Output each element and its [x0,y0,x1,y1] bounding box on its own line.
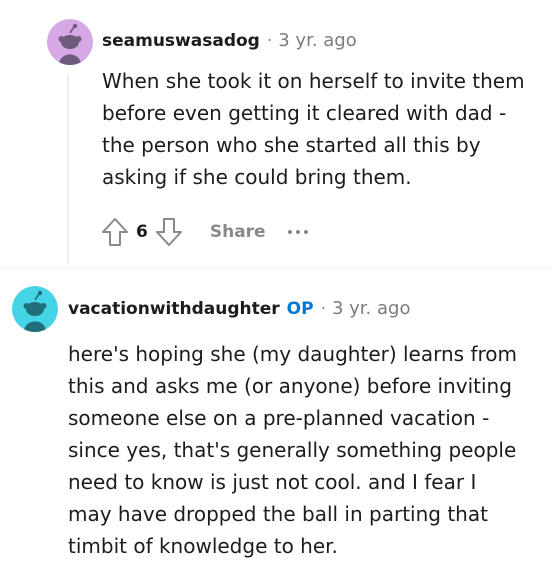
comment-text-line: may have dropped the ball in parting tha… [68,502,488,526]
comment-body: here's hoping she (my daughter) learns f… [68,338,517,562]
username-link[interactable]: vacationwithdaughter [68,298,280,320]
comment-text-line: since yes, that's generally something pe… [68,438,517,462]
comment-text-line: this and asks me (or anyone) before invi… [68,374,512,398]
downvote-arrow-icon[interactable] [154,216,184,248]
comment-text-line: the person who she started all this by [102,133,481,157]
share-button[interactable]: Share [210,222,266,242]
vote-count: 6 [136,222,148,242]
comment-divider [0,268,551,269]
comment-text-line: When she took it on herself to invite th… [102,69,525,93]
upvote-arrow-icon[interactable] [100,216,130,248]
comment-text-line: timbit of knowledge to her. [68,534,338,558]
comment-text-line: before even getting it cleared with dad … [102,101,507,125]
comment-actions: 6 Share [100,214,308,250]
meta-separator: · [320,299,326,319]
timestamp-link[interactable]: 3 yr. ago [278,30,357,52]
avatar[interactable] [12,286,58,332]
thread-collapse-line[interactable] [67,74,69,264]
meta-separator: · [266,31,273,51]
comment-meta: vacationwithdaughter OP · 3 yr. ago [68,298,410,320]
username-link[interactable]: seamuswasadog [102,30,260,52]
comment-text-line: here's hoping she (my daughter) learns f… [68,342,517,366]
ellipsis-icon [287,230,292,234]
comment-text-line: asking if she could bring them. [102,165,412,189]
snoo-avatar-icon [12,286,58,332]
snoo-avatar-icon [47,19,93,65]
comment-text-line: someone else on a pre-planned vacation - [68,406,490,430]
comment-meta: seamuswasadog · 3 yr. ago [102,30,357,52]
comment-text-line: need to know is just not cool. and I fea… [68,470,477,494]
comment-body: When she took it on herself to invite th… [102,65,525,193]
more-options-button[interactable] [287,230,308,234]
avatar[interactable] [47,19,93,65]
op-badge: OP [286,299,314,319]
timestamp-link[interactable]: 3 yr. ago [332,298,411,320]
